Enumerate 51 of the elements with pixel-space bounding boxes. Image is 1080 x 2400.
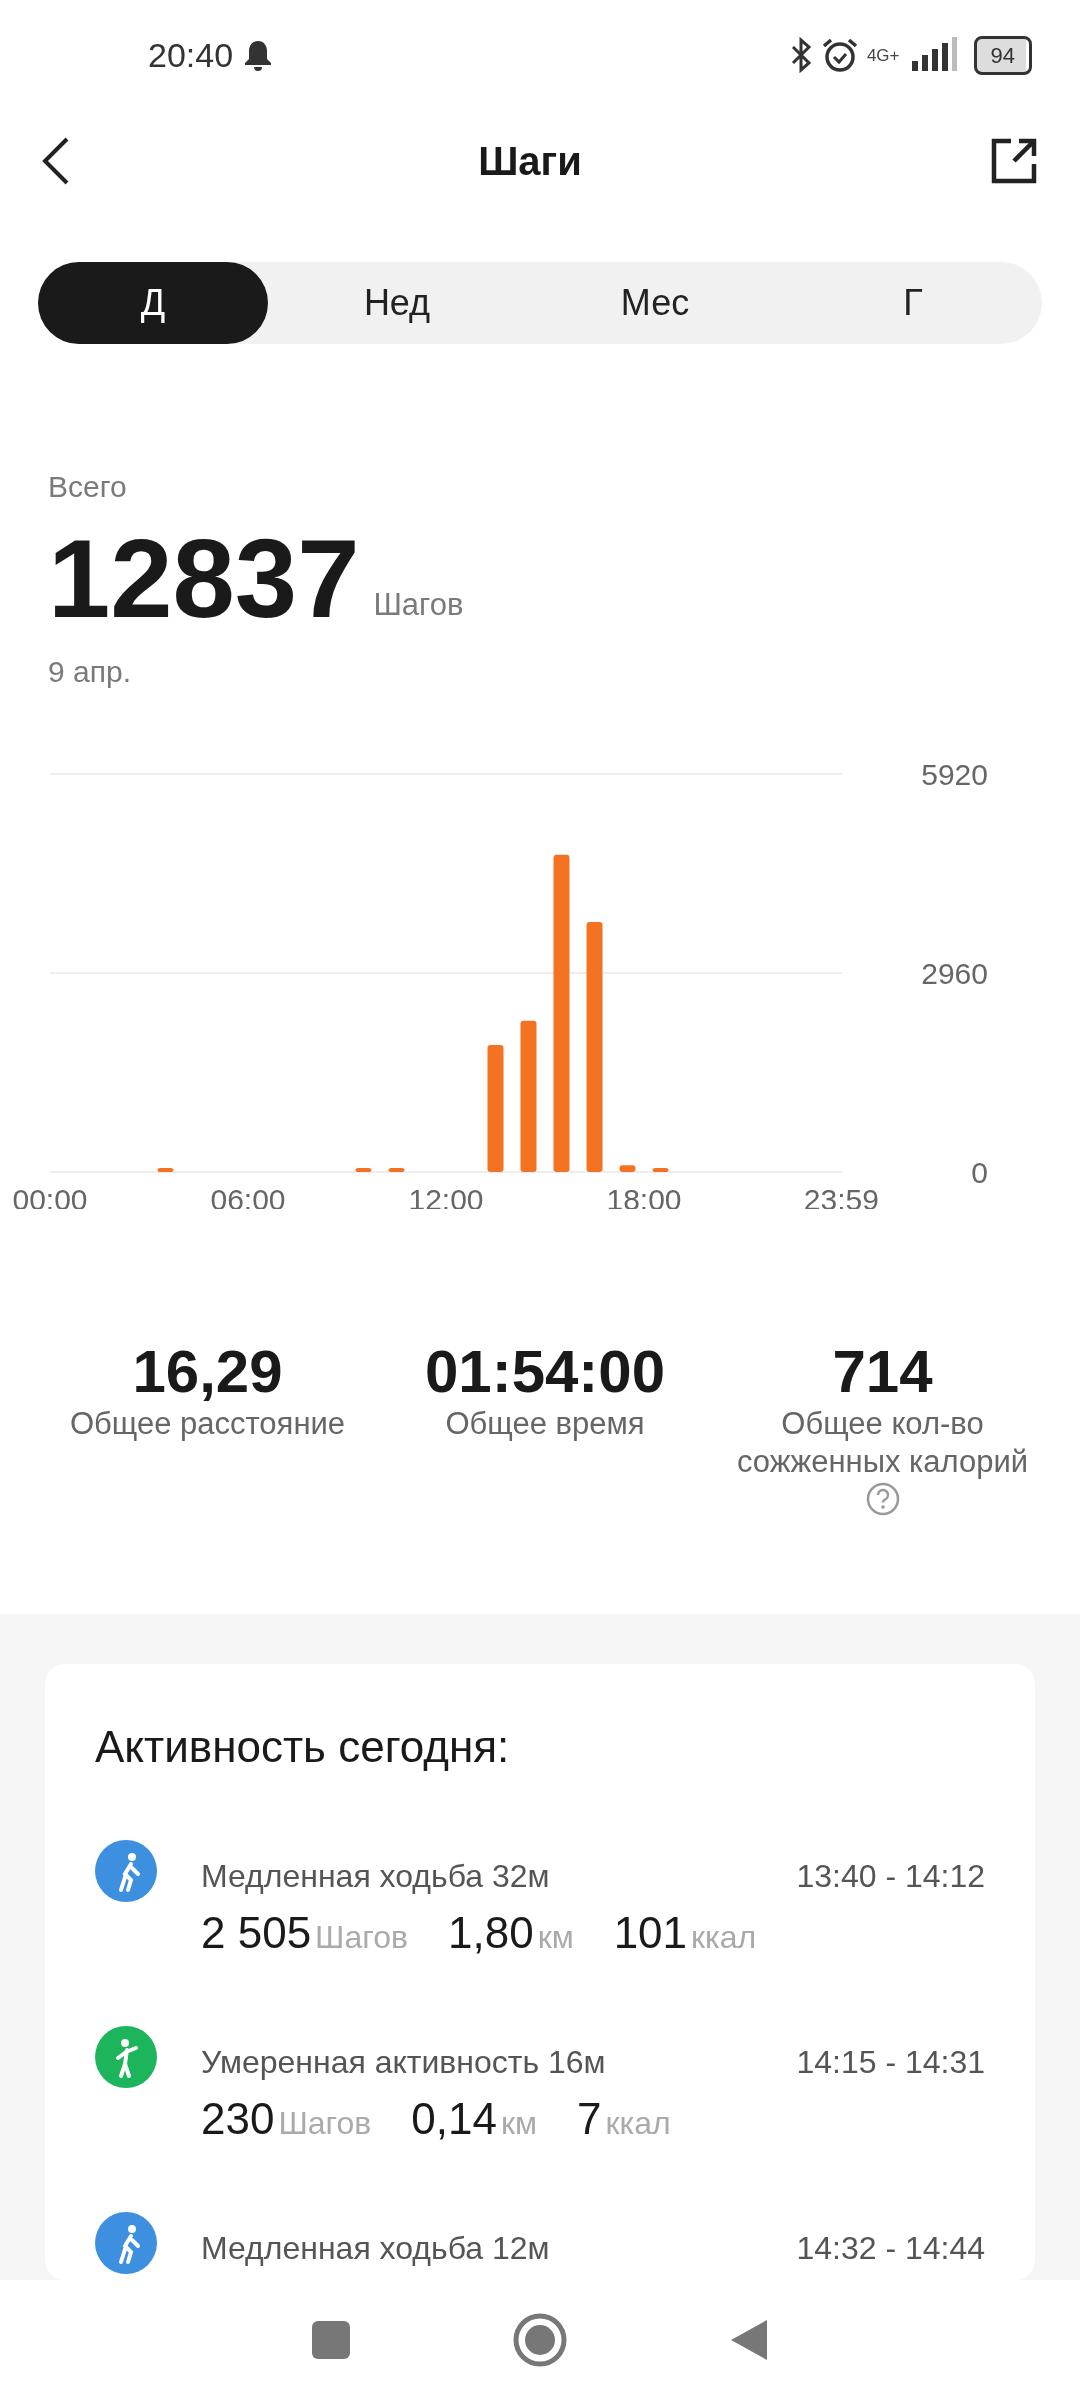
metric-value: 230: [201, 2093, 275, 2146]
stat-value: 16,29: [132, 1338, 283, 1405]
stat-value: 01:54:00: [424, 1338, 666, 1405]
bar: [652, 1167, 669, 1172]
total-label: Всего: [48, 468, 128, 505]
period-tab[interactable]: Д: [38, 261, 268, 344]
period-tab[interactable]: Мес: [526, 261, 784, 344]
activity-time: 13:40 - 14:12: [796, 1857, 985, 1897]
metric-value: 7: [576, 2093, 602, 2146]
activity-name: Медленная ходьба 32м: [201, 1857, 550, 1897]
back-icon: [41, 135, 71, 186]
bar: [619, 1164, 636, 1172]
period-tab[interactable]: Нед: [268, 261, 526, 344]
date-label: 9 апр.: [48, 653, 132, 690]
metric-unit: ккал: [605, 2104, 671, 2144]
activity-time: 14:15 - 14:31: [796, 2043, 985, 2083]
battery-level: 94: [973, 35, 1032, 75]
steps-unit: Шагов: [373, 586, 464, 625]
stat-value: 714: [832, 1338, 933, 1405]
bell-icon: [243, 39, 274, 72]
network-type: 4G+: [866, 46, 900, 64]
section-title: Активность сегодня:: [95, 1721, 511, 1774]
square-nav-icon: [310, 2320, 351, 2361]
metric-value: 1,80: [448, 1907, 534, 1960]
activity-time: 14:32 - 14:44: [796, 2229, 985, 2269]
metric-unit: км: [500, 2104, 537, 2144]
period-tab[interactable]: Г: [784, 261, 1042, 344]
y-tick-label: 5920: [921, 757, 988, 791]
metric-unit: ккал: [691, 1918, 757, 1958]
stat-label: Общее расстояние: [69, 1404, 346, 1443]
metric-value: 101: [613, 1907, 688, 1960]
y-tick-label: 2960: [921, 956, 988, 990]
alarm-clock-icon: [820, 36, 859, 75]
activity-name: Умеренная активность 16м: [201, 2043, 606, 2083]
y-tick-label: 0: [971, 1155, 988, 1189]
metric-unit: Шагов: [315, 1918, 408, 1958]
bar: [355, 1167, 372, 1172]
metric-unit: км: [537, 1918, 574, 1958]
metric-value: 2 505: [201, 1907, 312, 1960]
metric-value: 0,14: [411, 2093, 497, 2146]
screen-title: Шаги: [478, 137, 582, 185]
stat-label: Общее время: [445, 1404, 645, 1443]
bar: [388, 1167, 405, 1172]
back-nav-icon: [729, 2318, 770, 2363]
total-steps: 12837: [48, 522, 360, 635]
activity-name: Медленная ходьба 12м: [201, 2229, 550, 2269]
bar: [157, 1167, 174, 1172]
clock-time: 20:40: [148, 34, 234, 76]
metric-unit: Шагов: [278, 2104, 372, 2144]
home-nav-icon: [512, 2312, 568, 2369]
stat-label: Общее кол-во сожженных калорий: [735, 1404, 1030, 1482]
